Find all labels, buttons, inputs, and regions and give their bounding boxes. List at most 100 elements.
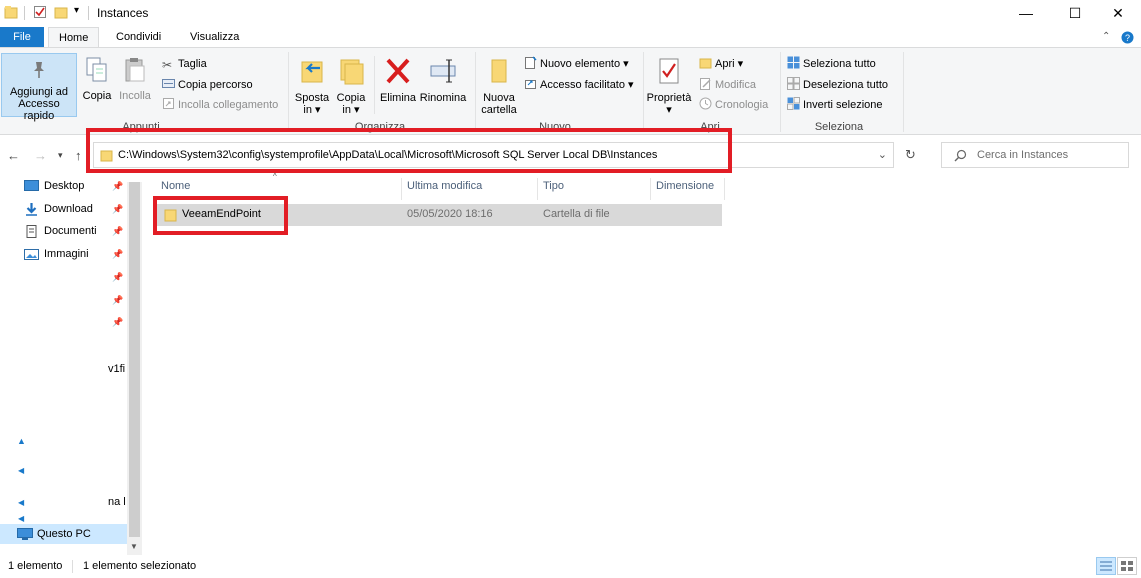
- invert-selection-icon: [787, 97, 800, 110]
- nav-item-truncated[interactable]: na l: [108, 496, 126, 508]
- pin-quick-access-button[interactable]: Aggiungi ad Accesso rapido: [2, 60, 76, 122]
- scrollbar-thumb[interactable]: [129, 182, 140, 537]
- history-button[interactable]: Cronologia: [699, 96, 768, 114]
- select-all-button[interactable]: Seleziona tutto: [787, 55, 876, 73]
- copy-icon: [86, 57, 107, 82]
- paste-button[interactable]: Incolla: [117, 56, 153, 102]
- nav-item-truncated[interactable]: v1fi: [108, 363, 125, 375]
- pin-icon[interactable]: 📌: [112, 295, 123, 306]
- ribbon-separator: [780, 52, 781, 132]
- edit-button[interactable]: Modifica: [699, 76, 756, 94]
- properties-button[interactable]: Proprietà ▾: [646, 56, 692, 116]
- back-arrow-icon[interactable]: ←: [7, 148, 20, 163]
- details-view-button[interactable]: [1096, 557, 1116, 575]
- sort-ascending-icon: ^: [273, 172, 277, 181]
- delete-button[interactable]: Elimina: [378, 56, 418, 104]
- new-folder-icon[interactable]: [54, 5, 68, 19]
- tab-share[interactable]: Condividi: [106, 27, 171, 48]
- column-header-size[interactable]: Dimensione: [656, 180, 714, 192]
- column-divider[interactable]: [537, 178, 538, 200]
- nav-item-this-pc[interactable]: Questo PC: [0, 524, 127, 544]
- refresh-icon[interactable]: ↻: [905, 147, 916, 163]
- paste-label: Incolla: [119, 90, 151, 102]
- tab-view[interactable]: Visualizza: [180, 27, 249, 48]
- new-folder-label-line2: cartella: [481, 104, 517, 116]
- maximize-button[interactable]: ☐: [1052, 0, 1098, 26]
- tab-file[interactable]: File: [0, 27, 44, 48]
- pin-icon[interactable]: 📌: [112, 204, 123, 215]
- delete-label: Elimina: [379, 92, 417, 104]
- address-dropdown-icon[interactable]: ⌄: [878, 148, 887, 161]
- recent-locations-icon[interactable]: ▾: [58, 150, 63, 161]
- drive-icon: ◀: [18, 514, 25, 523]
- copy-to-label-line1: Copia: [336, 92, 366, 104]
- pin-icon[interactable]: 📌: [112, 317, 123, 328]
- tab-home[interactable]: Home: [48, 27, 100, 48]
- ribbon: Aggiungi ad Accesso rapido Copia Incolla…: [0, 47, 1141, 135]
- pin-icon[interactable]: 📌: [112, 272, 123, 283]
- open-button[interactable]: Apri ▾: [699, 55, 743, 73]
- nav-item-label: Download: [44, 203, 93, 215]
- new-folder-button[interactable]: Nuova cartella: [478, 56, 520, 116]
- select-none-button[interactable]: Deseleziona tutto: [787, 76, 888, 94]
- pin-icon[interactable]: 📌: [112, 181, 123, 192]
- column-divider[interactable]: [401, 178, 402, 200]
- column-header-type[interactable]: Tipo: [543, 180, 564, 192]
- network-icon: ▲: [17, 436, 26, 446]
- ribbon-separator: [475, 52, 476, 132]
- column-divider[interactable]: [650, 178, 651, 200]
- file-list: ^ Nome Ultima modifica Tipo Dimensione V…: [142, 172, 1141, 555]
- paste-shortcut-button[interactable]: Incolla collegamento: [162, 96, 278, 114]
- column-header-modified[interactable]: Ultima modifica: [407, 180, 482, 192]
- easy-access-icon: [525, 80, 536, 89]
- details-view-icon: [1100, 561, 1112, 571]
- title-bar: ▾ Instances — ☐ ✕: [0, 0, 1141, 27]
- minimize-button[interactable]: —: [1003, 0, 1049, 26]
- rename-button[interactable]: Rinomina: [418, 56, 468, 104]
- search-box[interactable]: Cerca in Instances: [941, 142, 1129, 168]
- help-icon[interactable]: ?: [1121, 31, 1134, 44]
- folder-icon: [4, 6, 18, 19]
- easy-access-button[interactable]: Accesso facilitato ▾: [524, 76, 634, 94]
- file-modified: 05/05/2020 18:16: [407, 208, 493, 220]
- navigation-row: ← → ▾ ↑ C:\Windows\System32\config\syste…: [0, 128, 1141, 174]
- forward-arrow-icon[interactable]: →: [34, 148, 47, 163]
- scroll-down-icon[interactable]: ▼: [130, 542, 138, 551]
- cut-button[interactable]: ✂ Taglia: [162, 55, 207, 73]
- select-all-label: Seleziona tutto: [803, 58, 876, 70]
- new-item-button[interactable]: Nuovo elemento ▾: [524, 55, 629, 73]
- copy-path-button[interactable]: Copia percorso: [162, 76, 253, 94]
- rename-label: Rinomina: [419, 92, 467, 104]
- pin-icon[interactable]: 📌: [112, 249, 123, 260]
- customize-toolbar-icon[interactable]: ▾: [74, 5, 79, 16]
- window-title: Instances: [97, 6, 149, 20]
- file-type: Cartella di file: [543, 208, 610, 220]
- copy-to-button[interactable]: Copia in ▾: [333, 56, 369, 116]
- up-arrow-icon[interactable]: ↑: [75, 148, 82, 163]
- column-header-name[interactable]: Nome: [161, 180, 190, 192]
- computer-icon: [17, 528, 33, 540]
- ribbon-separator: [288, 52, 289, 132]
- select-all-icon: [787, 56, 800, 69]
- history-icon: [699, 97, 712, 110]
- ribbon-separator: [643, 52, 644, 132]
- properties-icon[interactable]: [33, 5, 47, 19]
- copy-button[interactable]: Copia: [80, 56, 114, 102]
- nav-scrollbar[interactable]: ▼: [127, 182, 142, 555]
- search-icon: [954, 149, 967, 162]
- collapse-ribbon-icon[interactable]: ⌃: [1102, 31, 1110, 42]
- pin-icon[interactable]: 📌: [112, 226, 123, 237]
- navigation-pane: Desktop 📌 Download 📌 Documenti 📌 Immagin…: [0, 174, 142, 555]
- large-icons-view-button[interactable]: [1117, 557, 1137, 575]
- move-to-button[interactable]: Sposta in ▾: [292, 56, 332, 116]
- cut-label: Taglia: [178, 58, 207, 70]
- pin-label-line1: Aggiungi ad: [9, 86, 69, 98]
- move-to-label-line1: Sposta: [294, 92, 330, 104]
- copy-path-icon: [162, 79, 175, 88]
- column-divider[interactable]: [724, 178, 725, 200]
- drive-icon: ◀: [18, 498, 25, 507]
- invert-selection-button[interactable]: Inverti selezione: [787, 96, 883, 114]
- close-button[interactable]: ✕: [1095, 0, 1141, 26]
- scissors-icon: ✂: [162, 58, 173, 72]
- select-none-label: Deseleziona tutto: [803, 79, 888, 91]
